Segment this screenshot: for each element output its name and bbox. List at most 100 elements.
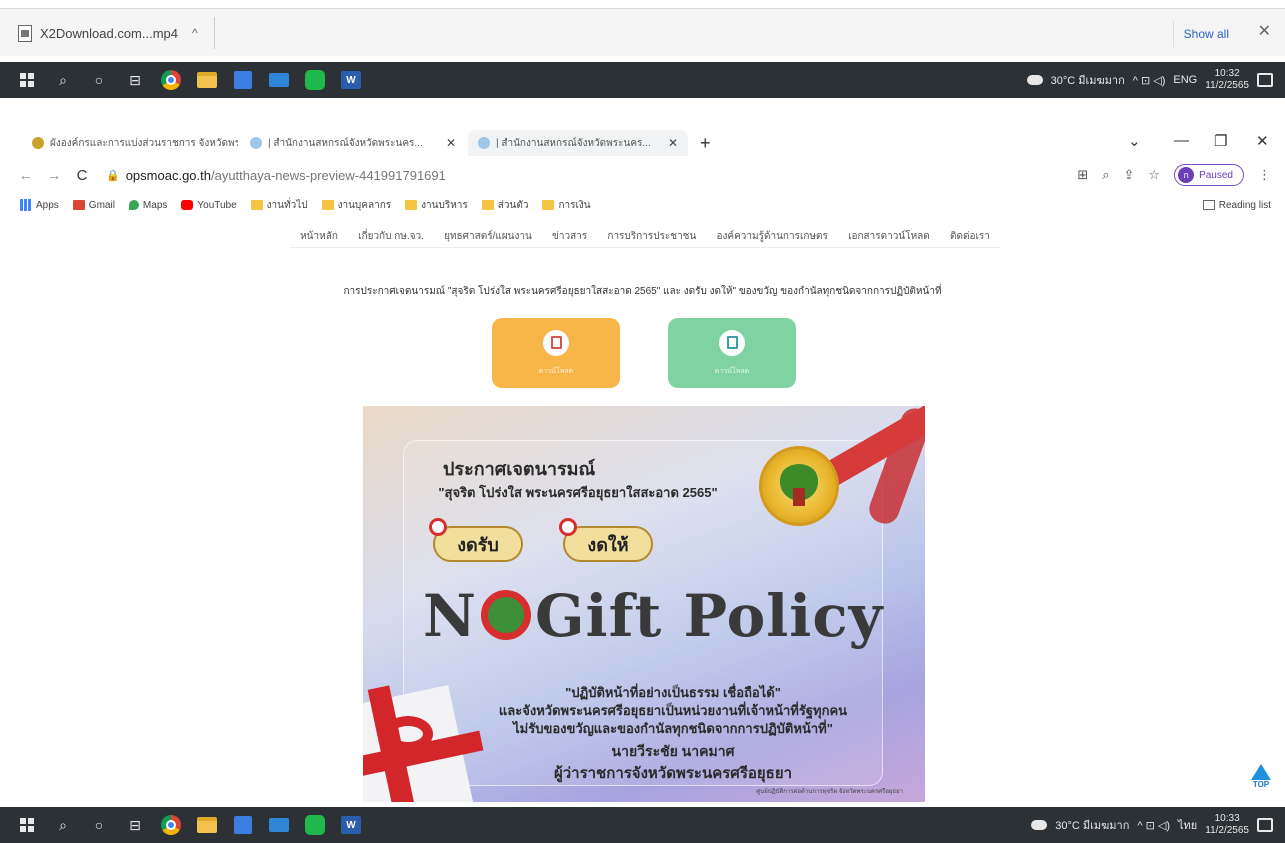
download-doc-label: ดาวน์โหลด — [714, 367, 750, 375]
bookmark-youtube[interactable]: YouTube — [181, 200, 237, 211]
no-gift-policy-heading: N Gift Policy — [423, 582, 883, 650]
browser-tab-1[interactable]: ผังองค์กรและการแบ่งส่วนราชการ จังหวัดพระ… — [22, 130, 238, 156]
reading-list-button[interactable]: Reading list — [1202, 199, 1285, 211]
site-nav-downloads[interactable]: เอกสารดาวน์โหลด — [848, 229, 930, 244]
bookmark-label: Gmail — [88, 199, 115, 211]
word-icon[interactable]: W — [340, 69, 362, 91]
search-icon[interactable]: ⌕ — [52, 69, 74, 91]
chrome-icon[interactable] — [160, 814, 182, 836]
reload-button[interactable]: C — [72, 167, 92, 184]
windows-start-icon[interactable] — [16, 69, 38, 91]
clock-time: 10:32 — [1214, 68, 1240, 79]
heading-gift-policy: Gift Policy — [535, 582, 884, 650]
screen: X2Download.com...mp4 ^ Show all ✕ ⌕ ○ ⊟ … — [0, 0, 1285, 843]
translate-icon[interactable]: ⊞ — [1077, 167, 1088, 183]
search-icon[interactable]: ⌕ — [52, 814, 74, 836]
close-icon[interactable]: ✕ — [1258, 21, 1271, 41]
tab-close-icon[interactable]: ✕ — [668, 136, 678, 150]
profile-button[interactable]: ก Paused — [1174, 164, 1244, 186]
bookmark-apps[interactable]: Apps — [20, 199, 59, 211]
no-gift-policy-poster: ประกาศเจตนารมณ์ "สุจริต โปร่งใส พระนครศร… — [363, 406, 925, 802]
tab-search-icon[interactable]: ⌄ — [1128, 132, 1141, 150]
language-indicator[interactable]: ENG — [1173, 74, 1197, 86]
site-nav-services[interactable]: การบริการประชาชน — [607, 229, 696, 244]
bookmark-maps[interactable]: Maps — [128, 200, 167, 211]
url-field[interactable]: opsmoac.go.th/ayutthaya-news-preview-441… — [126, 168, 446, 183]
mail-icon[interactable] — [268, 814, 290, 836]
download-doc-button[interactable]: ดาวน์โหลด — [668, 318, 796, 388]
minimize-button[interactable]: — — [1174, 132, 1189, 149]
bookmark-folder-4[interactable]: ส่วนตัว — [481, 198, 528, 213]
weather-text[interactable]: 30°C มีเมฆมาก — [1051, 71, 1125, 89]
maps-icon — [128, 200, 139, 210]
weather-icon — [1031, 820, 1048, 830]
windows-start-icon[interactable] — [16, 814, 38, 836]
video-file-icon — [18, 24, 32, 42]
zoom-icon[interactable]: ⌕ — [1102, 167, 1109, 183]
download-pdf-button[interactable]: ดาวน์โหลด — [492, 318, 620, 388]
lock-icon[interactable]: 🔒 — [106, 169, 120, 182]
close-window-button[interactable]: ✕ — [1256, 132, 1269, 150]
system-tray: 30°C มีเมฆมาก ^ ⊡ ◁) ENG 10:32 11/2/2565 — [1026, 68, 1285, 92]
youtube-icon — [181, 200, 194, 210]
site-nav-strategy[interactable]: ยุทธศาสตร์/แผนงาน — [444, 229, 532, 244]
bookmark-folder-5[interactable]: การเงิน — [542, 198, 591, 213]
chrome-icon[interactable] — [160, 69, 182, 91]
tab-close-icon[interactable]: ✕ — [446, 136, 456, 150]
bookmark-label: งานบุคลากร — [337, 199, 392, 211]
chevron-up-icon[interactable]: ^ — [192, 26, 198, 40]
site-nav-knowledge[interactable]: องค์ความรู้ด้านการเกษตร — [717, 229, 828, 244]
browser-tab-2[interactable]: | สำนักงานสหกรณ์จังหวัดพระนคร... ✕ — [240, 130, 466, 156]
prohibited-icon — [429, 518, 447, 536]
reading-list-label: Reading list — [1218, 199, 1271, 211]
site-nav-home[interactable]: หน้าหลัก — [300, 229, 338, 244]
tab-title: | สำนักงานสหกรณ์จังหวัดพระนคร... — [496, 137, 651, 149]
language-indicator[interactable]: ไทย — [1178, 816, 1197, 834]
mail-icon[interactable] — [268, 69, 290, 91]
site-nav-about[interactable]: เกี่ยวกับ กษ.จว. — [358, 229, 424, 244]
task-view-icon[interactable]: ⊟ — [124, 814, 146, 836]
profile-status: Paused — [1199, 169, 1233, 181]
browser-tab-3-active[interactable]: | สำนักงานสหกรณ์จังหวัดพระนคร... ✕ — [468, 130, 688, 156]
back-to-top-button[interactable]: TOP — [1248, 764, 1274, 789]
cortana-icon[interactable]: ○ — [88, 69, 110, 91]
folder-icon — [405, 200, 418, 210]
file-explorer-icon[interactable] — [196, 814, 218, 836]
notification-icon[interactable] — [1257, 73, 1273, 87]
tray-icons[interactable]: ^ ⊡ ◁) — [1137, 819, 1170, 832]
bookmark-star-icon[interactable]: ☆ — [1148, 167, 1160, 183]
reading-list-icon — [1202, 200, 1215, 210]
back-button[interactable]: ← — [16, 167, 36, 184]
download-item[interactable]: X2Download.com...mp4 ^ — [18, 17, 215, 49]
no-give-label: งดให้ — [587, 534, 629, 555]
bookmark-folder-3[interactable]: งานบริหาร — [405, 198, 468, 213]
restore-button[interactable]: ❐ — [1214, 132, 1227, 150]
new-tab-button[interactable]: + — [700, 133, 711, 154]
store-icon[interactable] — [232, 814, 254, 836]
clock[interactable]: 10:32 11/2/2565 — [1205, 68, 1249, 92]
store-icon[interactable] — [232, 69, 254, 91]
site-nav-contact[interactable]: ติดต่อเรา — [950, 229, 990, 244]
folder-icon — [542, 200, 555, 210]
no-receive-badge: งดรับ — [429, 518, 523, 562]
show-all-button[interactable]: Show all — [1172, 21, 1239, 47]
forward-button[interactable]: → — [44, 167, 64, 184]
share-icon[interactable]: ⇪ — [1124, 167, 1135, 183]
bookmark-folder-2[interactable]: งานบุคลากร — [321, 198, 392, 213]
line-icon[interactable] — [304, 69, 326, 91]
cortana-icon[interactable]: ○ — [88, 814, 110, 836]
task-view-icon[interactable]: ⊟ — [124, 69, 146, 91]
menu-dots-icon[interactable]: ⋮ — [1258, 167, 1271, 183]
word-icon[interactable]: W — [340, 814, 362, 836]
tab-title: ผังองค์กรและการแบ่งส่วนราชการ จังหวัดพระ… — [50, 137, 238, 149]
tray-icons[interactable]: ^ ⊡ ◁) — [1133, 74, 1166, 87]
notification-icon[interactable] — [1257, 818, 1273, 832]
site-nav-news[interactable]: ข่าวสาร — [552, 229, 587, 244]
clock[interactable]: 10:33 11/2/2565 — [1205, 813, 1249, 837]
line-icon[interactable] — [304, 814, 326, 836]
file-explorer-icon[interactable] — [196, 69, 218, 91]
weather-text[interactable]: 30°C มีเมฆมาก — [1055, 816, 1129, 834]
bookmark-gmail[interactable]: Gmail — [72, 199, 115, 211]
bookmark-folder-1[interactable]: งานทั่วไป — [250, 198, 308, 213]
download-filename: X2Download.com...mp4 — [40, 25, 179, 41]
